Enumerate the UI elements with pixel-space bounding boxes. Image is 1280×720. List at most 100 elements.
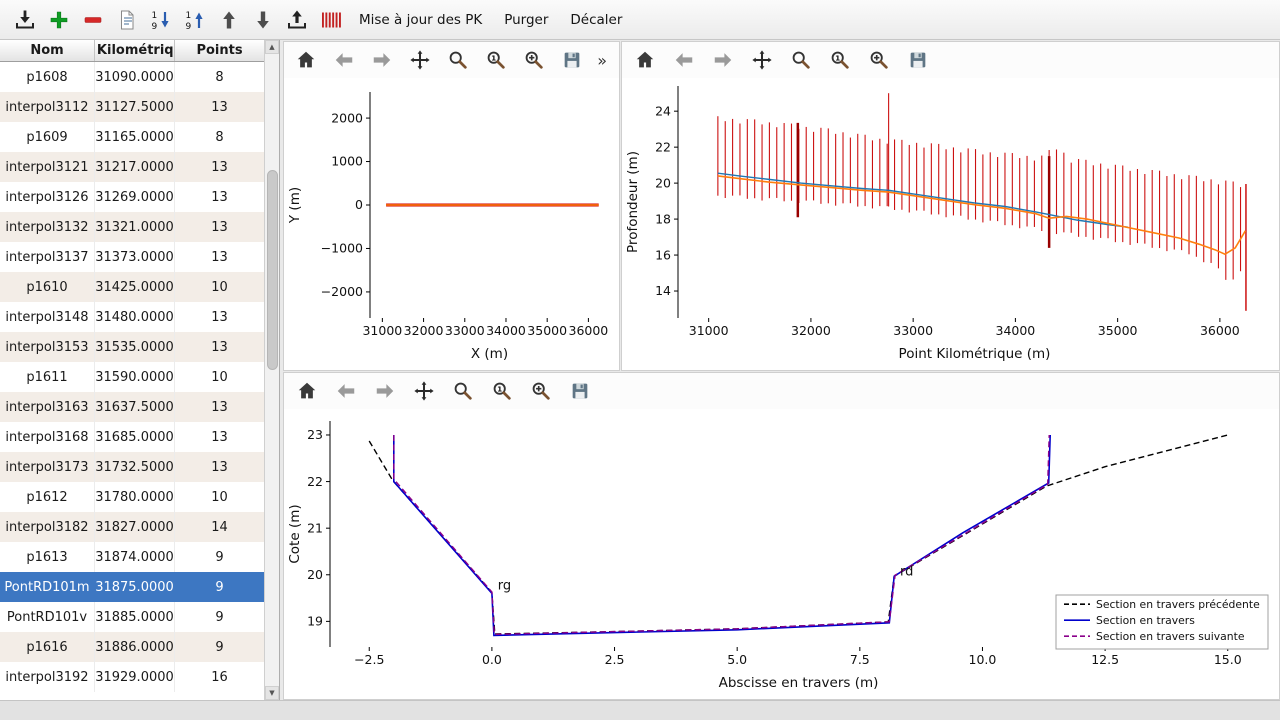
zoom-one-button[interactable]: 1 xyxy=(489,378,515,404)
table-row[interactable]: interpol312131217.000013 xyxy=(0,152,265,182)
zoom-button[interactable] xyxy=(788,47,814,73)
home-button[interactable] xyxy=(294,47,319,73)
table-row[interactable]: p160831090.00008 xyxy=(0,62,265,92)
column-header-nom[interactable]: Nom xyxy=(0,40,95,61)
svg-text:Profondeur (m): Profondeur (m) xyxy=(625,151,641,253)
row-points: 8 xyxy=(175,62,265,92)
svg-text:rg: rg xyxy=(498,579,511,594)
table-row[interactable]: interpol313231321.000013 xyxy=(0,212,265,242)
long-profile-chart[interactable]: 1416182022243100032000330003400035000360… xyxy=(622,78,1279,370)
row-points: 10 xyxy=(175,362,265,392)
sort-descending-button[interactable]: 19 xyxy=(180,5,210,35)
cross-plot-toolbar: 1 xyxy=(284,373,1279,409)
row-name: p1611 xyxy=(0,362,95,392)
svg-text:22: 22 xyxy=(307,474,323,489)
plan-chart[interactable]: −2000−1000010002000310003200033000340003… xyxy=(284,78,619,370)
back-button[interactable] xyxy=(332,47,357,73)
save-button[interactable] xyxy=(905,47,931,73)
pan-button[interactable] xyxy=(749,47,775,73)
pk-markers-button[interactable] xyxy=(316,5,346,35)
table-row[interactable]: p161631886.00009 xyxy=(0,632,265,662)
zoom-plus-button[interactable] xyxy=(866,47,892,73)
svg-text:36000: 36000 xyxy=(1200,323,1240,338)
row-pk: 31127.5000 xyxy=(95,92,175,122)
row-points: 9 xyxy=(175,632,265,662)
table-row[interactable]: interpol314831480.000013 xyxy=(0,302,265,332)
sort-ascending-button[interactable]: 19 xyxy=(146,5,176,35)
table-row[interactable]: interpol312631269.000013 xyxy=(0,182,265,212)
svg-text:9: 9 xyxy=(186,22,192,32)
menu-decaler[interactable]: Décaler xyxy=(561,8,631,32)
back-button[interactable] xyxy=(671,47,697,73)
table-row[interactable]: interpol318231827.000014 xyxy=(0,512,265,542)
edit-button[interactable] xyxy=(112,5,142,35)
move-up-button[interactable] xyxy=(214,5,244,35)
import-button[interactable] xyxy=(10,5,40,35)
zoom-button[interactable] xyxy=(446,47,471,73)
long-profile-panel: 1 14161820222431000320003300034000350003… xyxy=(621,41,1280,371)
move-down-button[interactable] xyxy=(248,5,278,35)
table-row[interactable]: interpol319231929.000016 xyxy=(0,662,265,692)
row-points: 13 xyxy=(175,452,265,482)
forward-button[interactable] xyxy=(710,47,736,73)
table-row[interactable]: interpol317331732.500013 xyxy=(0,452,265,482)
table-row[interactable]: p161331874.00009 xyxy=(0,542,265,572)
zoom-one-button[interactable]: 1 xyxy=(827,47,853,73)
table-row[interactable]: PontRD101m31875.00009 xyxy=(0,572,265,602)
row-points: 9 xyxy=(175,602,265,632)
table-row[interactable]: interpol313731373.000013 xyxy=(0,242,265,272)
svg-text:1: 1 xyxy=(152,11,158,21)
cross-section-chart[interactable]: 1920212223−2.50.02.55.07.510.012.515.0Ab… xyxy=(284,409,1279,699)
svg-text:1: 1 xyxy=(186,11,192,21)
column-header-points[interactable]: Points xyxy=(175,40,265,61)
svg-text:−1000: −1000 xyxy=(321,241,363,256)
svg-text:21: 21 xyxy=(307,520,323,535)
row-points: 8 xyxy=(175,122,265,152)
scroll-up-button[interactable]: ▲ xyxy=(265,40,279,54)
table-row[interactable]: p161231780.000010 xyxy=(0,482,265,512)
export-button[interactable] xyxy=(282,5,312,35)
scroll-down-button[interactable]: ▼ xyxy=(265,686,279,700)
svg-text:5.0: 5.0 xyxy=(727,652,747,667)
table-row[interactable]: interpol316331637.500013 xyxy=(0,392,265,422)
home-button[interactable] xyxy=(294,378,320,404)
column-header-pk[interactable]: t Kilométriqu xyxy=(95,40,175,61)
svg-text:rd: rd xyxy=(900,565,913,580)
home-button[interactable] xyxy=(632,47,658,73)
pan-button[interactable] xyxy=(411,378,437,404)
svg-text:18: 18 xyxy=(655,211,671,226)
svg-text:20: 20 xyxy=(655,175,671,190)
menu-update-pk[interactable]: Mise à jour des PK xyxy=(350,8,491,32)
menu-purger[interactable]: Purger xyxy=(495,8,557,32)
save-button[interactable] xyxy=(567,378,593,404)
table-row[interactable]: interpol315331535.000013 xyxy=(0,332,265,362)
table-row[interactable]: PontRD101v31885.00009 xyxy=(0,602,265,632)
row-pk: 31885.0000 xyxy=(95,602,175,632)
forward-button[interactable] xyxy=(370,47,395,73)
zoom-button[interactable] xyxy=(450,378,476,404)
row-name: interpol3148 xyxy=(0,302,95,332)
forward-button[interactable] xyxy=(372,378,398,404)
back-button[interactable] xyxy=(333,378,359,404)
row-pk: 31685.0000 xyxy=(95,422,175,452)
table-row[interactable]: p161131590.000010 xyxy=(0,362,265,392)
vertical-scrollbar[interactable]: ▲ ▼ xyxy=(264,40,279,700)
zoom-plus-button[interactable] xyxy=(521,47,546,73)
row-pk: 31090.0000 xyxy=(95,62,175,92)
status-bar xyxy=(0,700,1280,720)
svg-text:14: 14 xyxy=(655,283,671,298)
table-row[interactable]: interpol311231127.500013 xyxy=(0,92,265,122)
pan-button[interactable] xyxy=(408,47,433,73)
table-row[interactable]: p161031425.000010 xyxy=(0,272,265,302)
add-button[interactable] xyxy=(44,5,74,35)
toolbar-overflow-button[interactable]: » xyxy=(597,51,609,70)
zoom-plus-button[interactable] xyxy=(528,378,554,404)
table-row[interactable]: p160931165.00008 xyxy=(0,122,265,152)
table-row[interactable]: interpol316831685.000013 xyxy=(0,422,265,452)
save-button[interactable] xyxy=(559,47,584,73)
svg-text:Section en travers suivante: Section en travers suivante xyxy=(1096,630,1245,643)
row-pk: 31535.0000 xyxy=(95,332,175,362)
zoom-one-button[interactable]: 1 xyxy=(484,47,509,73)
scrollbar-thumb[interactable] xyxy=(267,170,278,370)
remove-button[interactable] xyxy=(78,5,108,35)
